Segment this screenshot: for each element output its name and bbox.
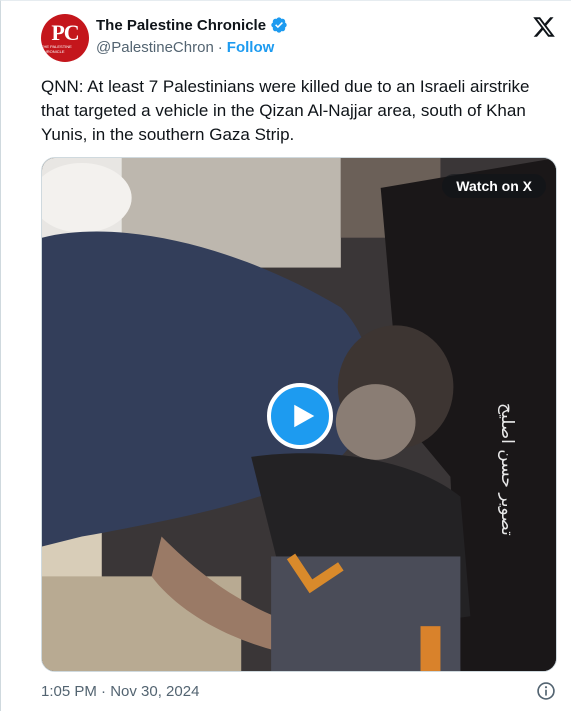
author-handle[interactable]: @PalestineChron bbox=[96, 39, 214, 56]
video-player[interactable]: Watch on X تصوير حسن اصليح bbox=[41, 157, 557, 672]
tweet-text: QNN: At least 7 Palestinians were killed… bbox=[41, 77, 530, 144]
tweet-timestamp[interactable]: 1:05 PM · Nov 30, 2024 bbox=[41, 683, 199, 700]
play-icon bbox=[293, 404, 314, 428]
verified-badge-icon bbox=[271, 17, 287, 33]
follow-button[interactable]: Follow bbox=[227, 39, 275, 56]
avatar-logo-subtext: The Palestine Chronicle bbox=[41, 44, 72, 54]
author-handle-row: @PalestineChron · Follow bbox=[96, 39, 274, 56]
avatar[interactable]: PC The Palestine Chronicle bbox=[41, 14, 89, 62]
separator-dot: · bbox=[217, 39, 223, 56]
author-display-name[interactable]: The Palestine Chronicle bbox=[96, 17, 266, 34]
x-logo-icon[interactable] bbox=[532, 15, 556, 39]
video-caption-overlay: تصوير حسن اصليح bbox=[497, 403, 517, 536]
play-button[interactable] bbox=[267, 383, 333, 449]
info-icon[interactable] bbox=[536, 681, 556, 701]
watch-on-x-button[interactable]: Watch on X bbox=[442, 174, 546, 198]
tweet-card: PC The Palestine Chronicle The Palestine… bbox=[0, 0, 571, 711]
author-name-row: The Palestine Chronicle bbox=[96, 16, 288, 34]
avatar-logo-text: PC bbox=[51, 20, 79, 45]
